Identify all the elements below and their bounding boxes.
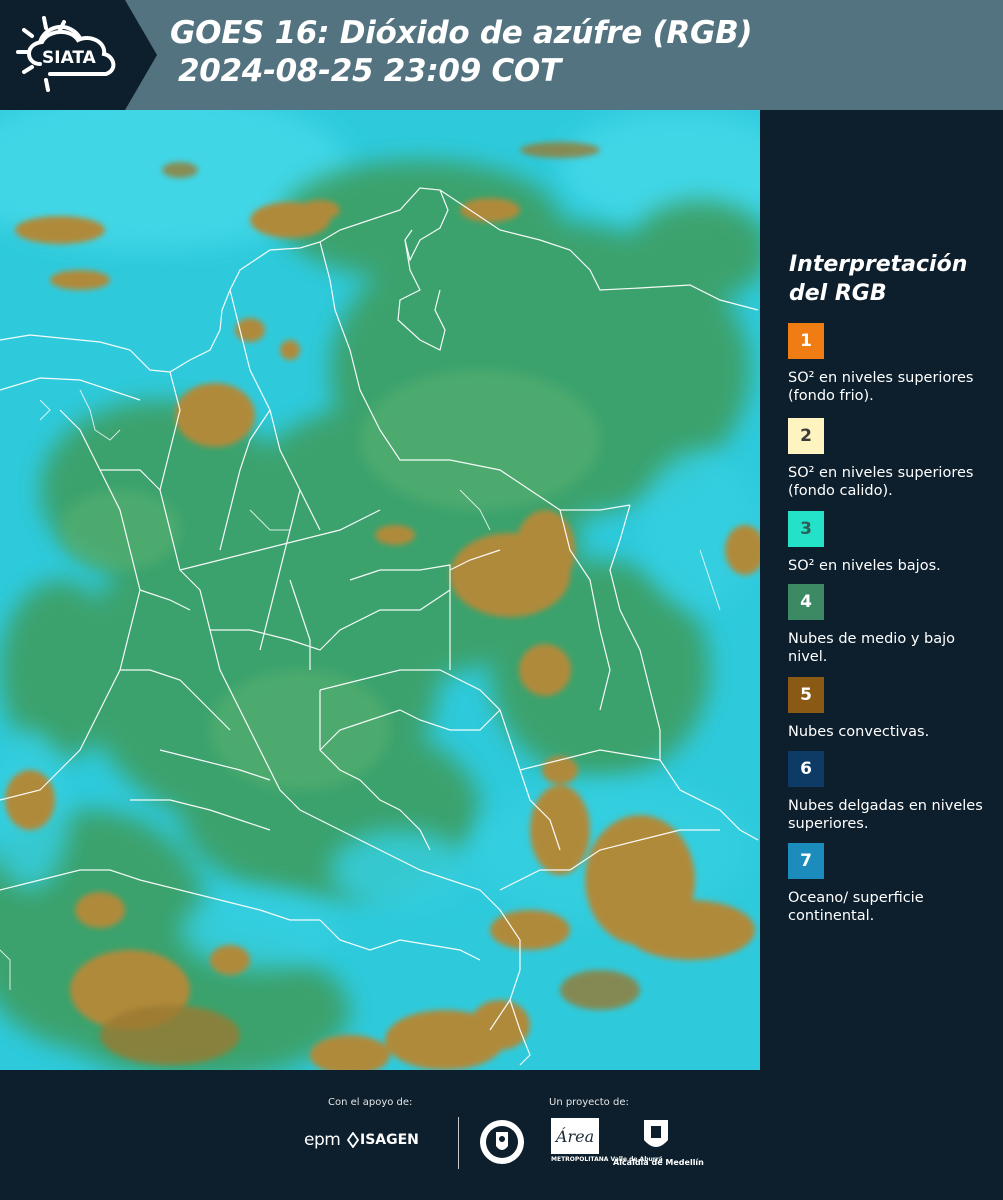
legend-label-3: SO² en niveles bajos. [788, 558, 941, 574]
satellite-rgb-map-icon [0, 110, 760, 1070]
legend-title: Interpretación del RGB [789, 252, 968, 306]
area-metropolitana-logo-icon: Área [551, 1118, 599, 1154]
footer: Con el apoyo de: Un proyecto de: epm ISA… [0, 1070, 1003, 1200]
page-title-line2: 2024-08-25 23:09 COT [178, 53, 561, 89]
legend-item-5: 5 Nubes convectivas. [788, 677, 998, 741]
legend-panel: Interpretación del RGB 1 SO² en niveles … [762, 110, 1003, 1070]
legend-item-6: 6 Nubes delgadas en niveles superiores. [788, 751, 998, 833]
satellite-map[interactable] [0, 110, 760, 1070]
legend-swatch-4: 4 [788, 584, 824, 620]
svg-text:Área: Área [554, 1126, 594, 1146]
legend-label-6: Nubes delgadas en niveles superiores. [788, 798, 983, 832]
legend-swatch-3: 3 [788, 511, 824, 547]
legend-label-5: Nubes convectivas. [788, 724, 930, 740]
legend-label-2: SO² en niveles superiores (fondo calido)… [788, 465, 974, 499]
legend-swatch-7: 7 [788, 843, 824, 879]
alcaldia-medellin-crest-icon [644, 1120, 668, 1147]
logo-chevron [125, 0, 157, 110]
epm-logo: epm [304, 1130, 341, 1150]
legend-label-7: Oceano/ superficie continental. [788, 890, 924, 924]
legend-item-4: 4 Nubes de medio y bajo nivel. [788, 584, 998, 666]
legend-item-1: 1 SO² en niveles superiores (fondo frio)… [788, 323, 998, 405]
legend-item-7: 7 Oceano/ superficie continental. [788, 843, 998, 925]
footer-divider [458, 1117, 459, 1169]
medellin-seal-icon [480, 1120, 524, 1164]
project-label: Un proyecto de: [549, 1097, 629, 1108]
logo-text: SIATA [42, 48, 96, 68]
legend-item-3: 3 SO² en niveles bajos. [788, 511, 998, 575]
isagen-logo: ISAGEN [360, 1132, 419, 1148]
legend-swatch-5: 5 [788, 677, 824, 713]
legend-label-4: Nubes de medio y bajo nivel. [788, 631, 955, 665]
support-label: Con el apoyo de: [328, 1097, 413, 1108]
legend-item-2: 2 SO² en niveles superiores (fondo calid… [788, 418, 998, 500]
legend-swatch-6: 6 [788, 751, 824, 787]
legend-swatch-2: 2 [788, 418, 824, 454]
header: SIATA GOES 16: Dióxido de azúfre (RGB) 2… [0, 0, 1003, 110]
legend-label-1: SO² en niveles superiores (fondo frio). [788, 370, 974, 404]
isagen-mark-icon [346, 1132, 360, 1148]
page-title-line1: GOES 16: Dióxido de azúfre (RGB) [170, 15, 753, 51]
legend-swatch-1: 1 [788, 323, 824, 359]
alcaldia-medellin-label: Alcaldía de Medellín [613, 1158, 704, 1167]
